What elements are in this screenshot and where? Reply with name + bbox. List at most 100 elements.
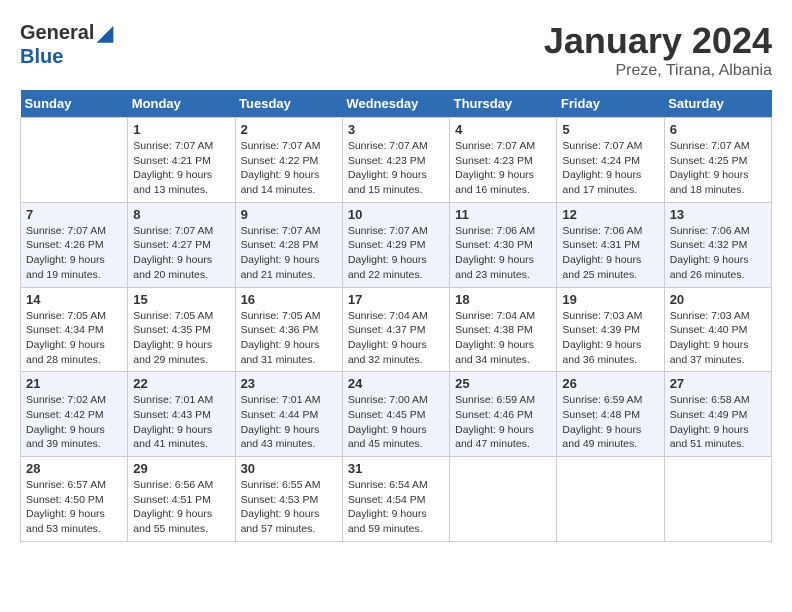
- day-info: Sunrise: 7:07 AMSunset: 4:21 PMDaylight:…: [133, 139, 229, 198]
- day-info: Sunrise: 7:07 AMSunset: 4:23 PMDaylight:…: [348, 139, 444, 198]
- day-number: 30: [241, 461, 337, 476]
- day-info: Sunrise: 6:57 AMSunset: 4:50 PMDaylight:…: [26, 478, 122, 537]
- day-number: 4: [455, 122, 551, 137]
- logo-blue-text: Blue: [20, 46, 63, 69]
- calendar-cell: 5 Sunrise: 7:07 AMSunset: 4:24 PMDaylight…: [557, 118, 664, 203]
- day-number: 31: [348, 461, 444, 476]
- calendar-cell: 18 Sunrise: 7:04 AMSunset: 4:38 PMDayligh…: [450, 287, 557, 372]
- calendar-cell: 17 Sunrise: 7:04 AMSunset: 4:37 PMDayligh…: [342, 287, 449, 372]
- calendar-table: SundayMondayTuesdayWednesdayThursdayFrid…: [20, 90, 772, 542]
- day-info: Sunrise: 7:02 AMSunset: 4:42 PMDaylight:…: [26, 393, 122, 452]
- calendar-cell: 15 Sunrise: 7:05 AMSunset: 4:35 PMDayligh…: [128, 287, 235, 372]
- day-number: 26: [562, 376, 658, 391]
- calendar-cell: 6 Sunrise: 7:07 AMSunset: 4:25 PMDaylight…: [664, 118, 771, 203]
- day-number: 23: [241, 376, 337, 391]
- calendar-cell: 24 Sunrise: 7:00 AMSunset: 4:45 PMDayligh…: [342, 372, 449, 457]
- calendar-cell: 26 Sunrise: 6:59 AMSunset: 4:48 PMDayligh…: [557, 372, 664, 457]
- day-info: Sunrise: 7:06 AMSunset: 4:30 PMDaylight:…: [455, 224, 551, 283]
- day-number: 16: [241, 292, 337, 307]
- logo-bird-icon: ◢: [96, 20, 113, 46]
- day-number: 10: [348, 207, 444, 222]
- day-info: Sunrise: 7:06 AMSunset: 4:32 PMDaylight:…: [670, 224, 766, 283]
- weekday-header-thursday: Thursday: [450, 90, 557, 118]
- day-number: 15: [133, 292, 229, 307]
- calendar-cell: 28 Sunrise: 6:57 AMSunset: 4:50 PMDayligh…: [21, 457, 128, 542]
- day-info: Sunrise: 6:56 AMSunset: 4:51 PMDaylight:…: [133, 478, 229, 537]
- day-number: 9: [241, 207, 337, 222]
- calendar-cell: 9 Sunrise: 7:07 AMSunset: 4:28 PMDaylight…: [235, 202, 342, 287]
- page-header: General ◢ Blue January 2024 Preze, Tiran…: [20, 20, 772, 80]
- calendar-cell: 29 Sunrise: 6:56 AMSunset: 4:51 PMDayligh…: [128, 457, 235, 542]
- day-info: Sunrise: 7:07 AMSunset: 4:25 PMDaylight:…: [670, 139, 766, 198]
- calendar-cell: 2Sunrise: 7:07 AMSunset: 4:22 PMDaylight…: [235, 118, 342, 203]
- month-title: January 2024: [544, 20, 772, 62]
- day-info: Sunrise: 7:05 AMSunset: 4:36 PMDaylight:…: [241, 309, 337, 368]
- day-info: Sunrise: 7:06 AMSunset: 4:31 PMDaylight:…: [562, 224, 658, 283]
- day-number: 8: [133, 207, 229, 222]
- day-number: 21: [26, 376, 122, 391]
- calendar-cell: 22Sunrise: 7:01 AMSunset: 4:43 PMDayligh…: [128, 372, 235, 457]
- day-info: Sunrise: 7:03 AMSunset: 4:39 PMDaylight:…: [562, 309, 658, 368]
- calendar-cell: 11 Sunrise: 7:06 AMSunset: 4:30 PMDayligh…: [450, 202, 557, 287]
- calendar-cell: [450, 457, 557, 542]
- logo-general-text: General: [20, 22, 94, 45]
- day-info: Sunrise: 7:07 AMSunset: 4:22 PMDaylight:…: [241, 139, 337, 198]
- calendar-cell: 14Sunrise: 7:05 AMSunset: 4:34 PMDayligh…: [21, 287, 128, 372]
- day-number: 17: [348, 292, 444, 307]
- calendar-cell: 25Sunrise: 6:59 AMSunset: 4:46 PMDayligh…: [450, 372, 557, 457]
- location-subtitle: Preze, Tirana, Albania: [544, 62, 772, 80]
- calendar-cell: 1 Sunrise: 7:07 AMSunset: 4:21 PMDaylight…: [128, 118, 235, 203]
- day-number: 20: [670, 292, 766, 307]
- week-row-3: 14Sunrise: 7:05 AMSunset: 4:34 PMDayligh…: [21, 287, 772, 372]
- calendar-cell: 12 Sunrise: 7:06 AMSunset: 4:31 PMDayligh…: [557, 202, 664, 287]
- day-info: Sunrise: 6:59 AMSunset: 4:48 PMDaylight:…: [562, 393, 658, 452]
- weekday-header-friday: Friday: [557, 90, 664, 118]
- day-number: 28: [26, 461, 122, 476]
- week-row-5: 28 Sunrise: 6:57 AMSunset: 4:50 PMDayligh…: [21, 457, 772, 542]
- day-number: 24: [348, 376, 444, 391]
- day-number: 5: [562, 122, 658, 137]
- day-info: Sunrise: 7:07 AMSunset: 4:26 PMDaylight:…: [26, 224, 122, 283]
- day-info: Sunrise: 6:55 AMSunset: 4:53 PMDaylight:…: [241, 478, 337, 537]
- day-number: 3: [348, 122, 444, 137]
- day-info: Sunrise: 7:07 AMSunset: 4:23 PMDaylight:…: [455, 139, 551, 198]
- calendar-cell: 16 Sunrise: 7:05 AMSunset: 4:36 PMDayligh…: [235, 287, 342, 372]
- title-section: January 2024 Preze, Tirana, Albania: [544, 20, 772, 80]
- logo: General ◢ Blue: [20, 20, 113, 69]
- weekday-header-monday: Monday: [128, 90, 235, 118]
- calendar-cell: [664, 457, 771, 542]
- calendar-cell: 4 Sunrise: 7:07 AMSunset: 4:23 PMDaylight…: [450, 118, 557, 203]
- calendar-cell: 19 Sunrise: 7:03 AMSunset: 4:39 PMDayligh…: [557, 287, 664, 372]
- day-info: Sunrise: 7:07 AMSunset: 4:24 PMDaylight:…: [562, 139, 658, 198]
- day-info: Sunrise: 7:07 AMSunset: 4:28 PMDaylight:…: [241, 224, 337, 283]
- calendar-cell: 8Sunrise: 7:07 AMSunset: 4:27 PMDaylight…: [128, 202, 235, 287]
- day-number: 11: [455, 207, 551, 222]
- day-info: Sunrise: 7:04 AMSunset: 4:37 PMDaylight:…: [348, 309, 444, 368]
- calendar-cell: [21, 118, 128, 203]
- weekday-header-wednesday: Wednesday: [342, 90, 449, 118]
- day-number: 1: [133, 122, 229, 137]
- day-info: Sunrise: 6:58 AMSunset: 4:49 PMDaylight:…: [670, 393, 766, 452]
- day-info: Sunrise: 7:05 AMSunset: 4:35 PMDaylight:…: [133, 309, 229, 368]
- day-number: 19: [562, 292, 658, 307]
- day-number: 7: [26, 207, 122, 222]
- day-info: Sunrise: 7:04 AMSunset: 4:38 PMDaylight:…: [455, 309, 551, 368]
- day-number: 18: [455, 292, 551, 307]
- calendar-cell: 21 Sunrise: 7:02 AMSunset: 4:42 PMDayligh…: [21, 372, 128, 457]
- day-info: Sunrise: 7:07 AMSunset: 4:29 PMDaylight:…: [348, 224, 444, 283]
- day-number: 14: [26, 292, 122, 307]
- day-number: 27: [670, 376, 766, 391]
- calendar-cell: 7 Sunrise: 7:07 AMSunset: 4:26 PMDaylight…: [21, 202, 128, 287]
- day-info: Sunrise: 7:01 AMSunset: 4:44 PMDaylight:…: [241, 393, 337, 452]
- week-row-2: 7 Sunrise: 7:07 AMSunset: 4:26 PMDaylight…: [21, 202, 772, 287]
- calendar-cell: 3 Sunrise: 7:07 AMSunset: 4:23 PMDaylight…: [342, 118, 449, 203]
- calendar-cell: [557, 457, 664, 542]
- day-number: 6: [670, 122, 766, 137]
- day-info: Sunrise: 7:00 AMSunset: 4:45 PMDaylight:…: [348, 393, 444, 452]
- day-number: 29: [133, 461, 229, 476]
- day-number: 12: [562, 207, 658, 222]
- calendar-cell: 13Sunrise: 7:06 AMSunset: 4:32 PMDayligh…: [664, 202, 771, 287]
- week-row-4: 21 Sunrise: 7:02 AMSunset: 4:42 PMDayligh…: [21, 372, 772, 457]
- day-info: Sunrise: 7:03 AMSunset: 4:40 PMDaylight:…: [670, 309, 766, 368]
- weekday-header-tuesday: Tuesday: [235, 90, 342, 118]
